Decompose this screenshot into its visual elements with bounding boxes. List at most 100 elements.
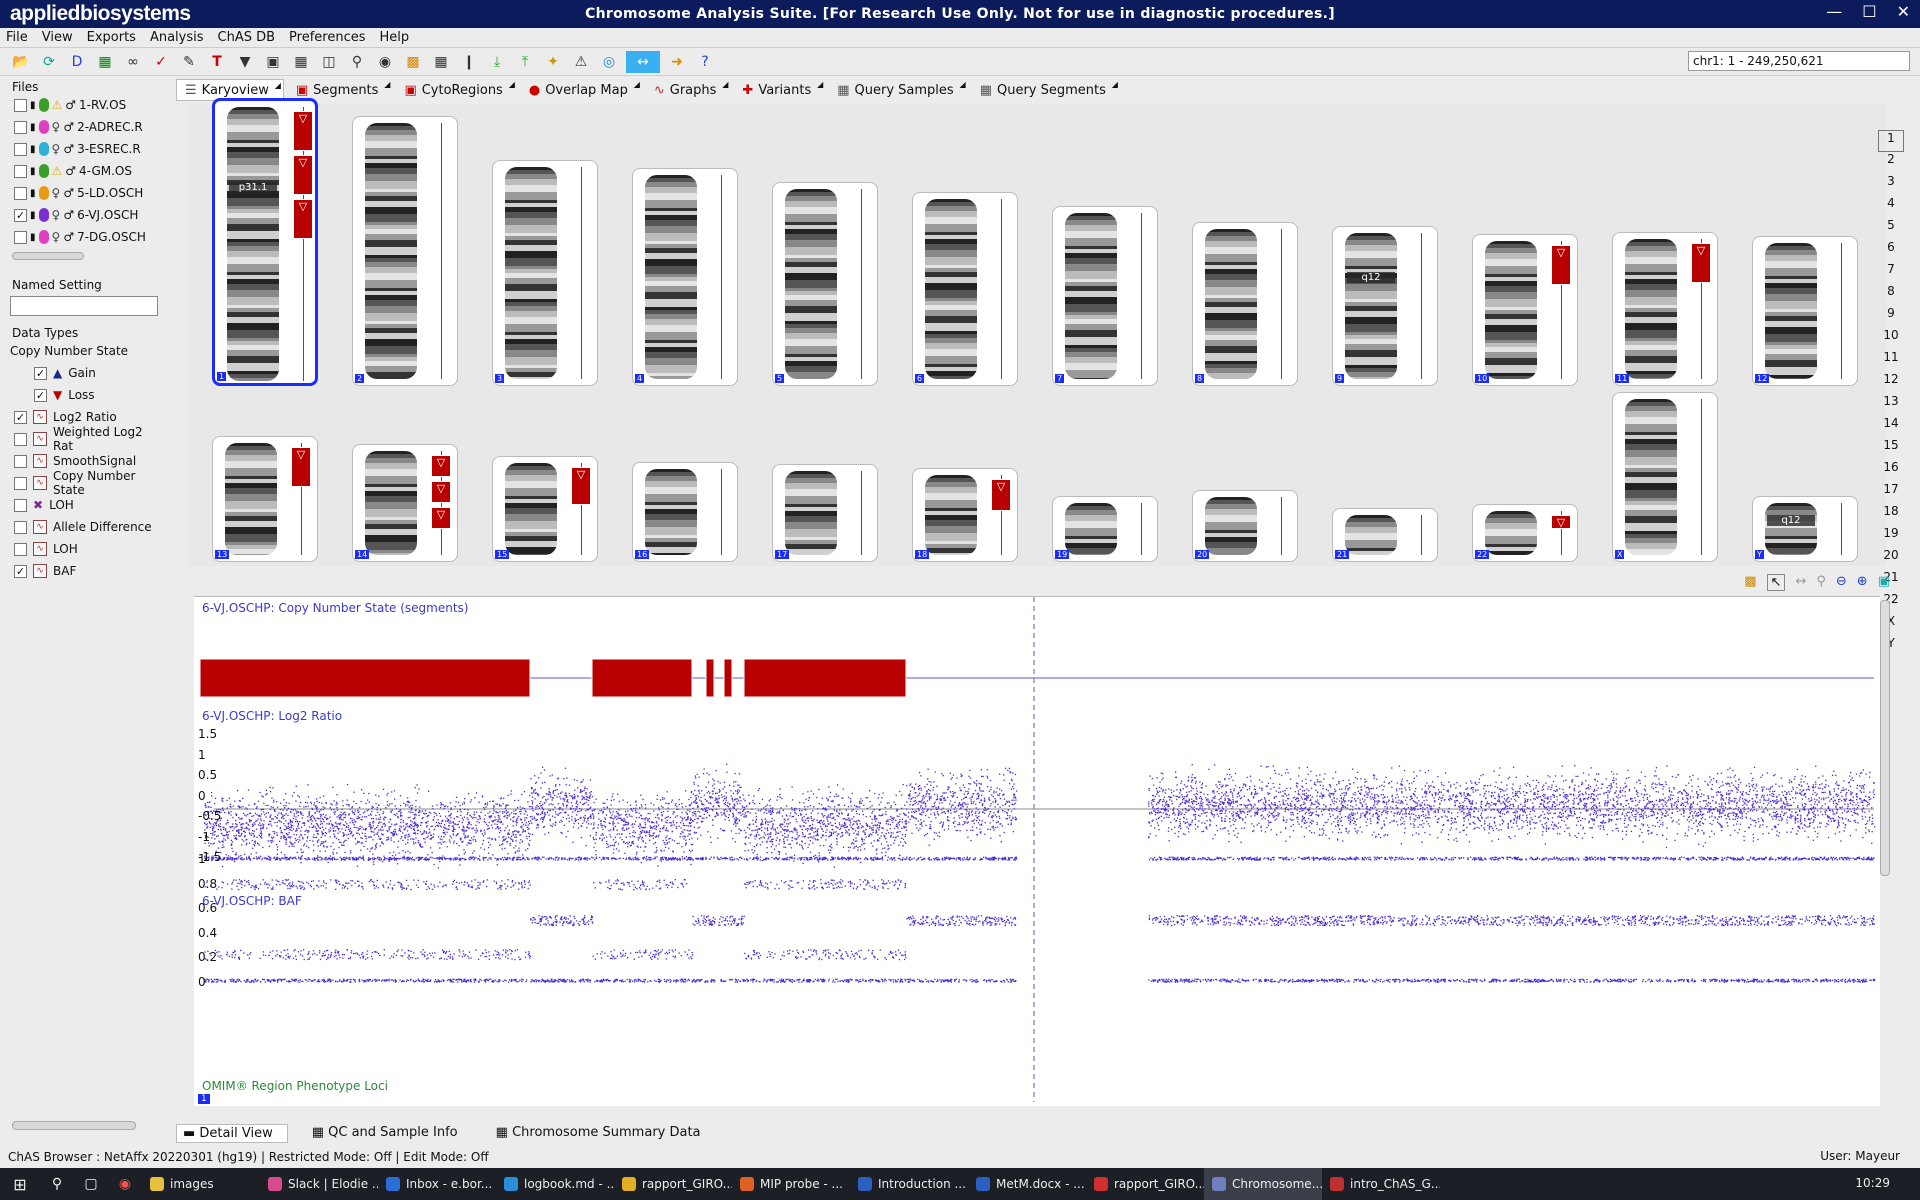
data-type-row[interactable]: ∿ LOH (0, 538, 162, 560)
chromosome-number[interactable]: 4 (1878, 196, 1904, 218)
loss-segment[interactable]: ▽ (291, 447, 311, 487)
loss-segment[interactable]: ▽ (293, 155, 313, 195)
loss-segment[interactable]: ▽ (1691, 243, 1711, 283)
file-checkbox[interactable] (14, 120, 27, 134)
arrows-icon[interactable]: ↔ (626, 50, 660, 73)
close-icon[interactable]: ✕ (1897, 2, 1910, 21)
data-type-checkbox[interactable] (14, 498, 27, 512)
warning-icon[interactable]: ⚠ (570, 51, 592, 73)
data-type-row[interactable]: ✓ ▲ Gain (0, 362, 162, 384)
data-type-row[interactable]: ∿ Copy Number State (0, 469, 162, 497)
chromosome-card[interactable]: 6 (912, 192, 1018, 386)
link-icon[interactable]: ∞ (122, 51, 144, 73)
file-row[interactable]: ▮ ⚠ ♂ 4-GM.OS (0, 160, 162, 182)
minimize-icon[interactable]: — (1826, 2, 1842, 21)
chromosome-card[interactable]: 20 (1192, 490, 1298, 562)
menu-analysis[interactable]: Analysis (150, 30, 204, 45)
file-row[interactable]: ▮ ♀ ♂ 5-LD.OSCH (0, 182, 162, 204)
pipe-icon[interactable]: ❙ (458, 51, 480, 73)
chromosome-number[interactable]: 17 (1878, 482, 1904, 504)
chromosome-card[interactable]: 12 (1752, 236, 1858, 386)
help-icon[interactable]: ? (694, 51, 716, 73)
named-setting-select[interactable] (10, 296, 158, 316)
chromosome-card[interactable]: 17 (772, 464, 878, 562)
loss-segment[interactable]: ▽ (431, 455, 451, 477)
chromosome-card[interactable]: 16 (632, 462, 738, 562)
loss-segment[interactable]: ▽ (571, 467, 591, 505)
data-type-checkbox[interactable] (14, 432, 27, 446)
chromosome-card[interactable]: 18 ▽ (912, 468, 1018, 562)
chromosome-card[interactable]: Yq12 (1752, 496, 1858, 562)
chromosome-card[interactable]: 1 ▽ ▽ ▽ p31.1 (212, 98, 318, 386)
maximize-icon[interactable]: ☐ (1862, 2, 1876, 21)
file-row[interactable]: ▮ ♀ ♂ 7-DG.OSCH (0, 226, 162, 248)
chromosome-number[interactable]: 13 (1878, 394, 1904, 416)
image-icon[interactable]: ▣ (262, 51, 284, 73)
loss-segment[interactable]: ▽ (991, 479, 1011, 511)
chromosome-number[interactable]: 7 (1878, 262, 1904, 284)
data-type-row[interactable]: ∿ Allele Difference (0, 516, 162, 538)
left-hscroll[interactable] (12, 1121, 136, 1130)
pointer-icon[interactable]: ↖ (1766, 574, 1786, 591)
chromosome-number[interactable]: 14 (1878, 416, 1904, 438)
wand-icon[interactable]: ✦ (542, 51, 564, 73)
chromosome-card[interactable]: 4 (632, 168, 738, 386)
layers-icon[interactable]: ◫ (318, 51, 340, 73)
data-type-row[interactable]: ∿ Weighted Log2 Rat (0, 425, 162, 453)
tab-variants[interactable]: ✚ Variants ◢ (734, 79, 825, 101)
data-type-row[interactable]: ✖ LOH (0, 494, 162, 516)
chromosome-number[interactable]: 1 (1878, 130, 1904, 152)
zoom-region-icon[interactable]: ⚲ (1816, 574, 1826, 591)
open-folder-icon[interactable]: 📂 (10, 51, 32, 73)
file-row[interactable]: ▮ ⚠ ♂ 1-RV.OS (0, 94, 162, 116)
tab-overlap-map[interactable]: ● Overlap Map ◢ (521, 79, 642, 101)
file-checkbox[interactable] (14, 164, 27, 178)
fit-icon[interactable]: ▣ (1878, 574, 1890, 591)
tab-query-segments[interactable]: ▦ Query Segments ◢ (972, 79, 1120, 101)
chromosome-card[interactable]: 3 (492, 160, 598, 386)
file-checkbox[interactable] (14, 142, 27, 156)
chromosome-number[interactable]: 19 (1878, 526, 1904, 548)
chromosome-number[interactable]: 20 (1878, 548, 1904, 570)
chromosome-number[interactable]: 8 (1878, 284, 1904, 306)
data-type-row[interactable]: ✓ ▼ Loss (0, 384, 162, 406)
menu-exports[interactable]: Exports (87, 30, 136, 45)
chromosome-number[interactable]: 16 (1878, 460, 1904, 482)
menu-view[interactable]: View (42, 30, 73, 45)
data-type-checkbox[interactable] (14, 520, 27, 534)
chromosome-card[interactable]: 5 (772, 182, 878, 386)
file-checkbox[interactable] (14, 98, 27, 112)
zoom-in-icon[interactable]: ⊕ (1857, 574, 1868, 591)
chromosome-number[interactable]: 6 (1878, 240, 1904, 262)
chromosome-number[interactable]: 18 (1878, 504, 1904, 526)
db-icon[interactable]: D (66, 51, 88, 73)
chromosome-number[interactable]: 3 (1878, 174, 1904, 196)
chromosome-card[interactable]: 9 q12 (1332, 226, 1438, 386)
check-icon[interactable]: ✓ (150, 51, 172, 73)
chromosome-card[interactable]: 19 (1052, 496, 1158, 562)
grid-icon[interactable]: ▦ (430, 51, 452, 73)
loss-segment[interactable]: ▽ (431, 481, 451, 503)
export-icon[interactable]: ▩ (402, 51, 424, 73)
sync-icon[interactable]: ◎ (598, 51, 620, 73)
edit-icon[interactable]: ✎ (178, 51, 200, 73)
loss-segment[interactable]: ▽ (1551, 515, 1571, 529)
data-type-checkbox[interactable]: ✓ (14, 564, 27, 578)
file-checkbox[interactable] (14, 230, 27, 244)
chromosome-number[interactable]: 12 (1878, 372, 1904, 394)
pan-icon[interactable]: ↔ (1795, 574, 1806, 591)
file-row[interactable]: ✓ ▮ ♀ ♂ 6-VJ.OSCH (0, 204, 162, 226)
chromosome-card[interactable]: 13 ▽ (212, 436, 318, 562)
chromosome-number[interactable]: 2 (1878, 152, 1904, 174)
file-checkbox[interactable] (14, 186, 27, 200)
download-icon[interactable]: ⤓ (486, 51, 508, 73)
chromosome-card[interactable]: 15 ▽ (492, 456, 598, 562)
file-row[interactable]: ▮ ♀ ♂ 2-ADREC.R (0, 116, 162, 138)
data-type-checkbox[interactable]: ✓ (14, 410, 27, 424)
bookmark-icon[interactable]: ▩ (1744, 574, 1756, 591)
data-type-checkbox[interactable] (14, 476, 27, 490)
loss-segment[interactable]: ▽ (293, 199, 313, 239)
zoom-icon[interactable]: ⚲ (346, 51, 368, 73)
tab-graphs[interactable]: ∿ Graphs ◢ (646, 79, 731, 101)
text-icon[interactable]: T (206, 51, 228, 73)
